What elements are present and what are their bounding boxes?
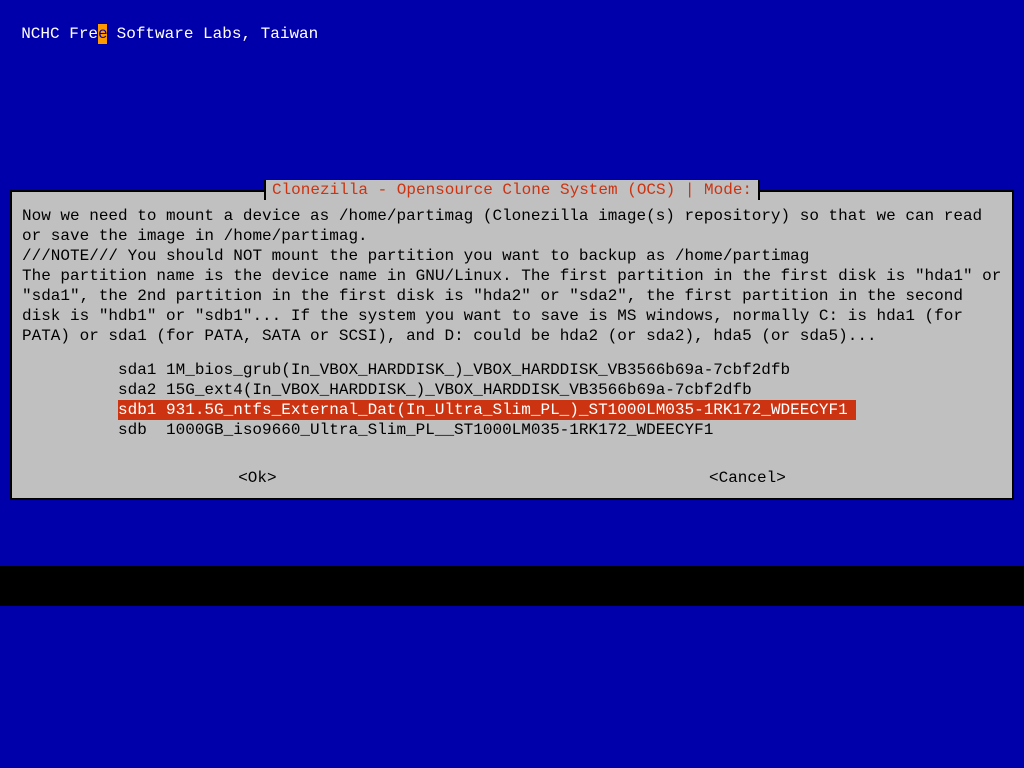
partition-option-selected[interactable]: sdb1 931.5G_ntfs_External_Dat(In_Ultra_S… [118,400,856,420]
black-bar [0,566,1024,586]
black-bar [0,586,1024,606]
cancel-button[interactable]: <Cancel> [705,468,790,488]
dialog-title: Clonezilla - Opensource Clone System (OC… [264,180,760,200]
ok-button[interactable]: <Ok> [234,468,280,488]
mount-dialog: Clonezilla - Opensource Clone System (OC… [10,190,1014,500]
partition-option[interactable]: sdb 1000GB_iso9660_Ultra_Slim_PL__ST1000… [118,420,1002,440]
partition-list: sda1 1M_bios_grub(In_VBOX_HARDDISK_)_VBO… [118,360,1002,440]
cursor-block: e [98,24,107,44]
partition-option[interactable]: sda2 15G_ext4(In_VBOX_HARDDISK_)_VBOX_HA… [118,380,1002,400]
header-line: NCHC Free Software Labs, Taiwan [2,4,318,44]
dialog-body-text: Now we need to mount a device as /home/p… [22,206,1002,346]
header-post: Software Labs, Taiwan [107,25,318,43]
partition-option[interactable]: sda1 1M_bios_grub(In_VBOX_HARDDISK_)_VBO… [118,360,1002,380]
dialog-buttons: <Ok> <Cancel> [22,468,1002,488]
dialog-container: Clonezilla - Opensource Clone System (OC… [10,190,1014,500]
dialog-title-wrap: Clonezilla - Opensource Clone System (OC… [12,180,1012,200]
header-pre: NCHC Fre [21,25,98,43]
